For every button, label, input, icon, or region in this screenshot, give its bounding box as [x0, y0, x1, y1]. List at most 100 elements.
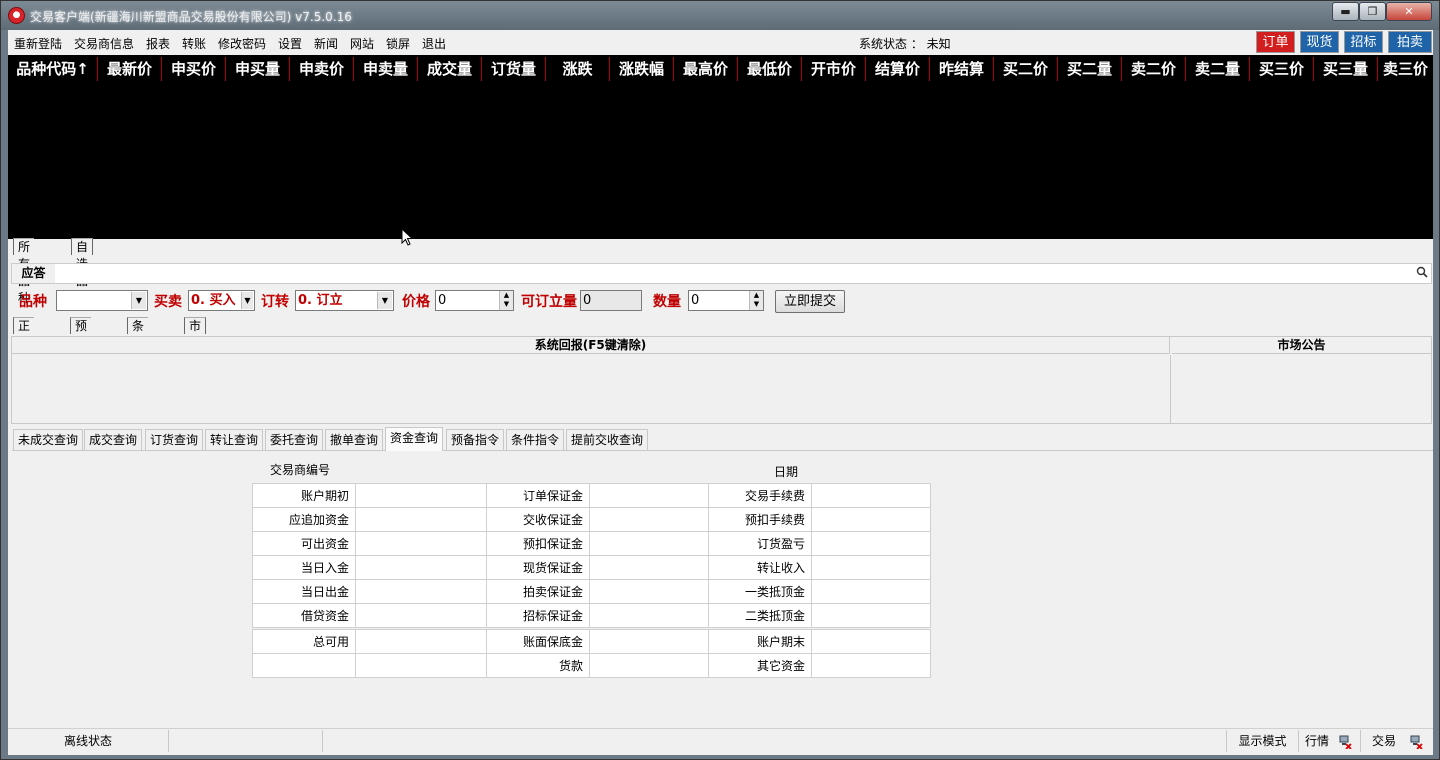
available-qty-field: 0 — [580, 290, 642, 311]
minimize-button[interactable]: ▬ — [1332, 2, 1359, 21]
tab-prepared-order[interactable]: 预备指令 — [70, 317, 92, 384]
col-bid2-price[interactable]: 买二价 — [994, 57, 1058, 81]
tab-cancel-query[interactable]: 撤单查询 — [325, 429, 384, 450]
spin-arrows-icon[interactable]: ▲ ▼ — [499, 291, 513, 310]
col-bid-price[interactable]: 申买价 — [162, 57, 226, 81]
fund-field-value — [355, 555, 487, 580]
price-stepper[interactable]: 0 ▲ ▼ — [435, 290, 514, 311]
display-mode-button[interactable]: 显示模式 — [1226, 730, 1299, 752]
fund-field-label: 预扣保证金 — [486, 531, 590, 556]
product-select[interactable]: ▼ — [56, 290, 148, 311]
tab-market-entrust[interactable]: 市价委托 — [184, 317, 207, 384]
tab-filled-query[interactable]: 成交查询 — [84, 429, 143, 450]
mode-auction-button[interactable]: 拍卖 — [1388, 31, 1432, 53]
trade-connection-status: 交易 — [1365, 730, 1433, 752]
fund-field-label: 一类抵顶金 — [708, 579, 812, 604]
fund-field-label: 订单保证金 — [486, 483, 590, 508]
menu-lock-screen[interactable]: 锁屏 — [386, 35, 410, 52]
col-ask2-price[interactable]: 卖二价 — [1122, 57, 1186, 81]
fund-field-label: 交收保证金 — [486, 507, 590, 532]
system-report-body[interactable] — [12, 355, 1171, 423]
col-open[interactable]: 开市价 — [802, 57, 866, 81]
tab-unfilled-query[interactable]: 未成交查询 — [13, 429, 84, 450]
col-ask-price[interactable]: 申卖价 — [290, 57, 354, 81]
col-bid3-price[interactable]: 买三价 — [1250, 57, 1314, 81]
col-high[interactable]: 最高价 — [674, 57, 738, 81]
col-ask2-volume[interactable]: 卖二量 — [1186, 57, 1250, 81]
fund-field-value — [355, 531, 487, 556]
window-title: 交易客户端(新疆海川新盟商品交易股份有限公司) v7.5.0.16 — [30, 10, 352, 24]
search-icon[interactable] — [1416, 266, 1428, 278]
col-settle[interactable]: 结算价 — [866, 57, 930, 81]
menu-website[interactable]: 网站 — [350, 35, 374, 52]
col-low[interactable]: 最低价 — [738, 57, 802, 81]
mode-order-button[interactable]: 订单 — [1256, 31, 1295, 53]
chevron-down-icon: ▼ — [241, 292, 253, 309]
menu-relogin[interactable]: 重新登陆 — [14, 35, 62, 52]
spin-arrows-icon[interactable]: ▲ ▼ — [749, 291, 763, 310]
tab-favorite-products[interactable]: 自选品种 — [71, 238, 94, 305]
quote-connection-status: 行情 — [1299, 730, 1361, 752]
open-close-select[interactable]: 0. 订立 ▼ — [295, 290, 394, 311]
fund-field-label: 订货盈亏 — [708, 531, 812, 556]
query-tabs: 未成交查询 成交查询 订货查询 转让查询 委托查询 撤单查询 资金查询 预备指令… — [12, 427, 1433, 451]
menu-bar: 重新登陆 交易商信息 报表 转账 修改密码 设置 新闻 网站 锁屏 退出 系统状… — [8, 30, 1433, 55]
col-change-pct[interactable]: 涨跌幅 — [610, 57, 674, 81]
tab-normal-entrust[interactable]: 正常委托 — [13, 317, 35, 384]
fund-field-label: 当日出金 — [252, 579, 356, 604]
close-button[interactable]: ✕ — [1386, 2, 1432, 21]
quantity-stepper[interactable]: 0 ▲ ▼ — [688, 290, 764, 311]
fund-field-label: 总可用 — [252, 629, 356, 654]
tab-conditional-entrust[interactable]: 条件委托 — [127, 317, 149, 384]
app-window: 交易客户端(新疆海川新盟商品交易股份有限公司) v7.5.0.16 ▬ ❐ ✕ … — [0, 0, 1440, 760]
app-logo-icon — [8, 7, 25, 24]
col-ask-volume[interactable]: 申卖量 — [354, 57, 418, 81]
col-volume[interactable]: 成交量 — [418, 57, 482, 81]
tab-fund-query[interactable]: 资金查询 — [385, 427, 444, 451]
fund-field-value — [355, 603, 487, 628]
tab-transfer-query[interactable]: 转让查询 — [205, 429, 264, 450]
available-qty-value: 0 — [583, 293, 592, 308]
quantity-input-value: 0 — [691, 293, 700, 308]
menu-exit[interactable]: 退出 — [422, 35, 446, 52]
side-label: 买卖 — [154, 294, 182, 310]
status-bar: 离线状态 显示模式 行情 交易 — [8, 728, 1433, 752]
maximize-button[interactable]: ❐ — [1359, 2, 1386, 21]
tab-holding-query[interactable]: 订货查询 — [145, 429, 204, 450]
side-select[interactable]: 0. 买入 ▼ — [188, 290, 255, 311]
menu-trader-info[interactable]: 交易商信息 — [74, 35, 134, 52]
col-product-code[interactable]: 品种代码↑ — [8, 57, 98, 81]
side-select-value: 0. 买入 — [191, 293, 236, 308]
menu-reports[interactable]: 报表 — [146, 35, 170, 52]
menu-news[interactable]: 新闻 — [314, 35, 338, 52]
fund-field-value — [589, 507, 709, 532]
tab-prepared-instruction[interactable]: 预备指令 — [446, 429, 505, 450]
col-ask3-price[interactable]: 卖三价 — [1378, 57, 1433, 81]
tab-all-products[interactable]: 所有品种 — [13, 238, 35, 305]
fund-field-label: 现货保证金 — [486, 555, 590, 580]
fund-field-value — [811, 629, 931, 654]
menu-settings[interactable]: 设置 — [278, 35, 302, 52]
product-label: 品种 — [19, 294, 47, 310]
col-last-price[interactable]: 最新价 — [98, 57, 162, 81]
col-bid3-volume[interactable]: 买三量 — [1314, 57, 1378, 81]
col-change[interactable]: 涨跌 — [546, 57, 610, 81]
mode-spot-button[interactable]: 现货 — [1300, 31, 1339, 53]
market-quote-grid[interactable]: 品种代码↑ 最新价 申买价 申买量 申卖价 申卖量 成交量 订货量 涨跌 涨跌幅… — [8, 55, 1433, 239]
tab-early-delivery-query[interactable]: 提前交收查询 — [566, 429, 649, 450]
fund-field-value — [589, 579, 709, 604]
tab-entrust-query[interactable]: 委托查询 — [265, 429, 324, 450]
col-open-interest[interactable]: 订货量 — [482, 57, 546, 81]
fund-field-value — [355, 629, 487, 654]
menu-change-password[interactable]: 修改密码 — [218, 35, 266, 52]
mode-tender-button[interactable]: 招标 — [1344, 31, 1383, 53]
col-bid-volume[interactable]: 申买量 — [226, 57, 290, 81]
tab-conditional-instruction[interactable]: 条件指令 — [506, 429, 565, 450]
col-bid2-volume[interactable]: 买二量 — [1058, 57, 1122, 81]
submit-now-button[interactable]: 立即提交 — [775, 290, 845, 313]
menu-transfer[interactable]: 转账 — [182, 35, 206, 52]
title-bar[interactable]: 交易客户端(新疆海川新盟商品交易股份有限公司) v7.5.0.16 ▬ ❐ ✕ — [1, 1, 1439, 30]
open-close-label: 订转 — [261, 294, 289, 310]
col-prev-settle[interactable]: 昨结算 — [930, 57, 994, 81]
fund-query-panel: 交易商编号 日期 账户期初 订单保证金 交易手续费 应追加资金 交收保证金 预扣手续费 可出… — [12, 452, 1433, 727]
